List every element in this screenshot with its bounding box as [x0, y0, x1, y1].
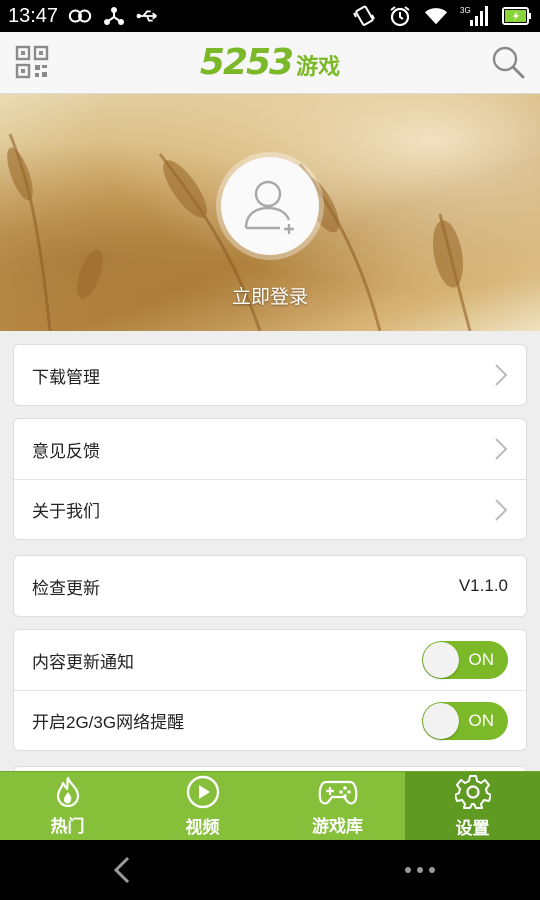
check-update-row[interactable]: 检查更新 V1.1.0: [14, 556, 526, 616]
search-icon[interactable]: [490, 44, 526, 80]
tab-label: 热门: [50, 816, 85, 836]
battery-icon: [502, 6, 532, 26]
download-manage-label: 下载管理: [32, 367, 100, 387]
toggle-state-label: ON: [468, 650, 495, 669]
avatar[interactable]: [216, 152, 324, 260]
logo-number: 5253: [199, 42, 294, 83]
vibrate-icon: [352, 5, 376, 26]
download-card: 下载管理: [13, 344, 527, 406]
info-card: 意见反馈 关于我们: [13, 418, 527, 540]
back-icon[interactable]: [108, 854, 138, 886]
tab-video[interactable]: 视频: [135, 772, 270, 840]
qr-scan-icon[interactable]: [14, 44, 50, 80]
profile-banner: 立即登录: [0, 94, 540, 331]
update-card: 检查更新 V1.1.0: [13, 555, 527, 617]
status-bar: 13:47 3G: [0, 0, 540, 32]
add-user-icon: [244, 180, 294, 234]
network-remind-label: 开启2G/3G网络提醒: [32, 713, 185, 732]
infinity-icon: [68, 6, 92, 26]
alarm-icon: [388, 6, 412, 27]
content-notify-row: 内容更新通知 ON: [14, 630, 526, 690]
about-row[interactable]: 关于我们: [14, 479, 526, 539]
version-text: V1.1.0: [458, 576, 508, 595]
feedback-row[interactable]: 意见反馈: [14, 419, 526, 479]
logo-text: 游戏: [296, 54, 341, 79]
content-notify-toggle[interactable]: ON: [422, 641, 508, 679]
system-nav-bar: [0, 840, 540, 900]
tab-hot[interactable]: 热门: [0, 772, 135, 840]
toggle-knob: [423, 702, 459, 739]
network-remind-toggle[interactable]: ON: [422, 701, 508, 740]
bottom-tab-bar: 热门 视频 游戏库 设置: [0, 771, 540, 840]
tab-settings[interactable]: 设置: [405, 772, 540, 840]
wifi-icon: [424, 6, 448, 26]
notification-card: 内容更新通知 ON 开启2G/3G网络提醒 ON: [13, 629, 527, 751]
content-notify-label: 内容更新通知: [32, 652, 134, 672]
status-time: 13:47: [8, 4, 59, 27]
play-icon: [186, 775, 219, 808]
feedback-label: 意见反馈: [32, 441, 100, 461]
tab-label: 游戏库: [312, 816, 363, 836]
share-icon: [102, 6, 126, 26]
toggle-knob: [423, 642, 459, 678]
about-label: 关于我们: [32, 502, 100, 521]
usb-icon: [136, 6, 160, 26]
gamepad-icon: [318, 780, 357, 804]
gear-icon: [454, 774, 491, 809]
chevron-right-icon: [495, 438, 508, 460]
more-icon[interactable]: [400, 862, 440, 878]
signal-icon: 3G: [460, 6, 490, 26]
tab-label: 视频: [185, 817, 220, 837]
check-update-label: 检查更新: [32, 578, 100, 598]
network-remind-row: 开启2G/3G网络提醒 ON: [14, 690, 526, 750]
tab-label: 设置: [455, 818, 490, 838]
chevron-right-icon: [495, 499, 508, 521]
chevron-right-icon: [495, 364, 508, 386]
download-manage-row[interactable]: 下载管理: [14, 345, 526, 405]
toggle-state-label: ON: [468, 710, 495, 730]
app-header: 5253 游戏: [0, 32, 540, 94]
app-logo: 5253 游戏: [200, 42, 340, 83]
svg-text:3G: 3G: [460, 6, 471, 15]
flame-icon: [56, 776, 79, 807]
login-link[interactable]: 立即登录: [0, 282, 540, 309]
tab-game-library[interactable]: 游戏库: [270, 772, 405, 840]
